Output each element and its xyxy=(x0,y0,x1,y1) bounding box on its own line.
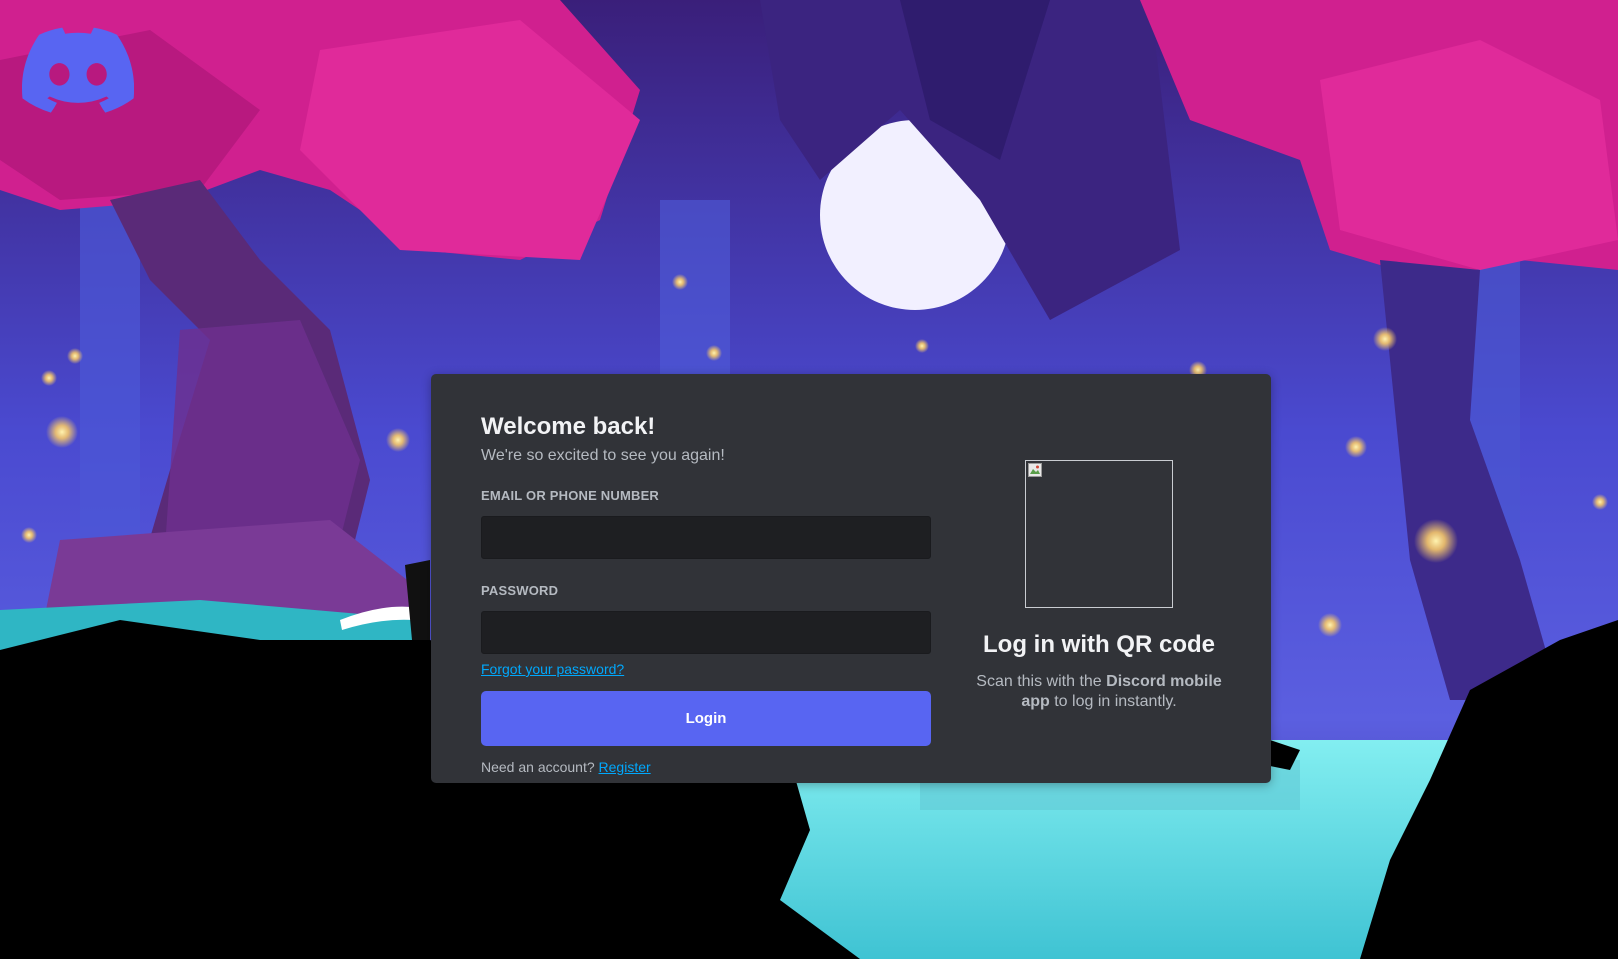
page-title: Welcome back! xyxy=(481,413,656,440)
broken-image-icon xyxy=(1028,463,1042,477)
forgot-password-link[interactable]: Forgot your password? xyxy=(481,660,624,678)
qr-login-section: Log in with QR code Scan this with the D… xyxy=(971,460,1227,712)
register-row: Need an account? Register xyxy=(481,758,931,776)
page-subtitle: We're so excited to see you again! xyxy=(481,447,725,464)
login-card: Welcome back! We're so excited to see yo… xyxy=(431,374,1271,783)
password-label: PASSWORD xyxy=(481,583,559,598)
qr-title: Log in with QR code xyxy=(983,631,1215,658)
login-button[interactable]: Login xyxy=(481,691,931,746)
qr-text-after: to log in instantly. xyxy=(1054,693,1177,710)
qr-text-before: Scan this with the xyxy=(976,673,1102,690)
qr-code-image xyxy=(1025,460,1173,608)
qr-description: Scan this with the Discord mobile app to… xyxy=(971,672,1227,712)
register-prompt: Need an account? xyxy=(481,759,595,775)
register-link[interactable]: Register xyxy=(599,759,651,775)
password-field[interactable] xyxy=(481,611,931,654)
email-label: EMAIL OR PHONE NUMBER xyxy=(481,488,660,503)
discord-logo-icon[interactable] xyxy=(22,22,134,118)
email-field[interactable] xyxy=(481,516,931,559)
login-form: Welcome back! We're so excited to see yo… xyxy=(481,412,931,776)
